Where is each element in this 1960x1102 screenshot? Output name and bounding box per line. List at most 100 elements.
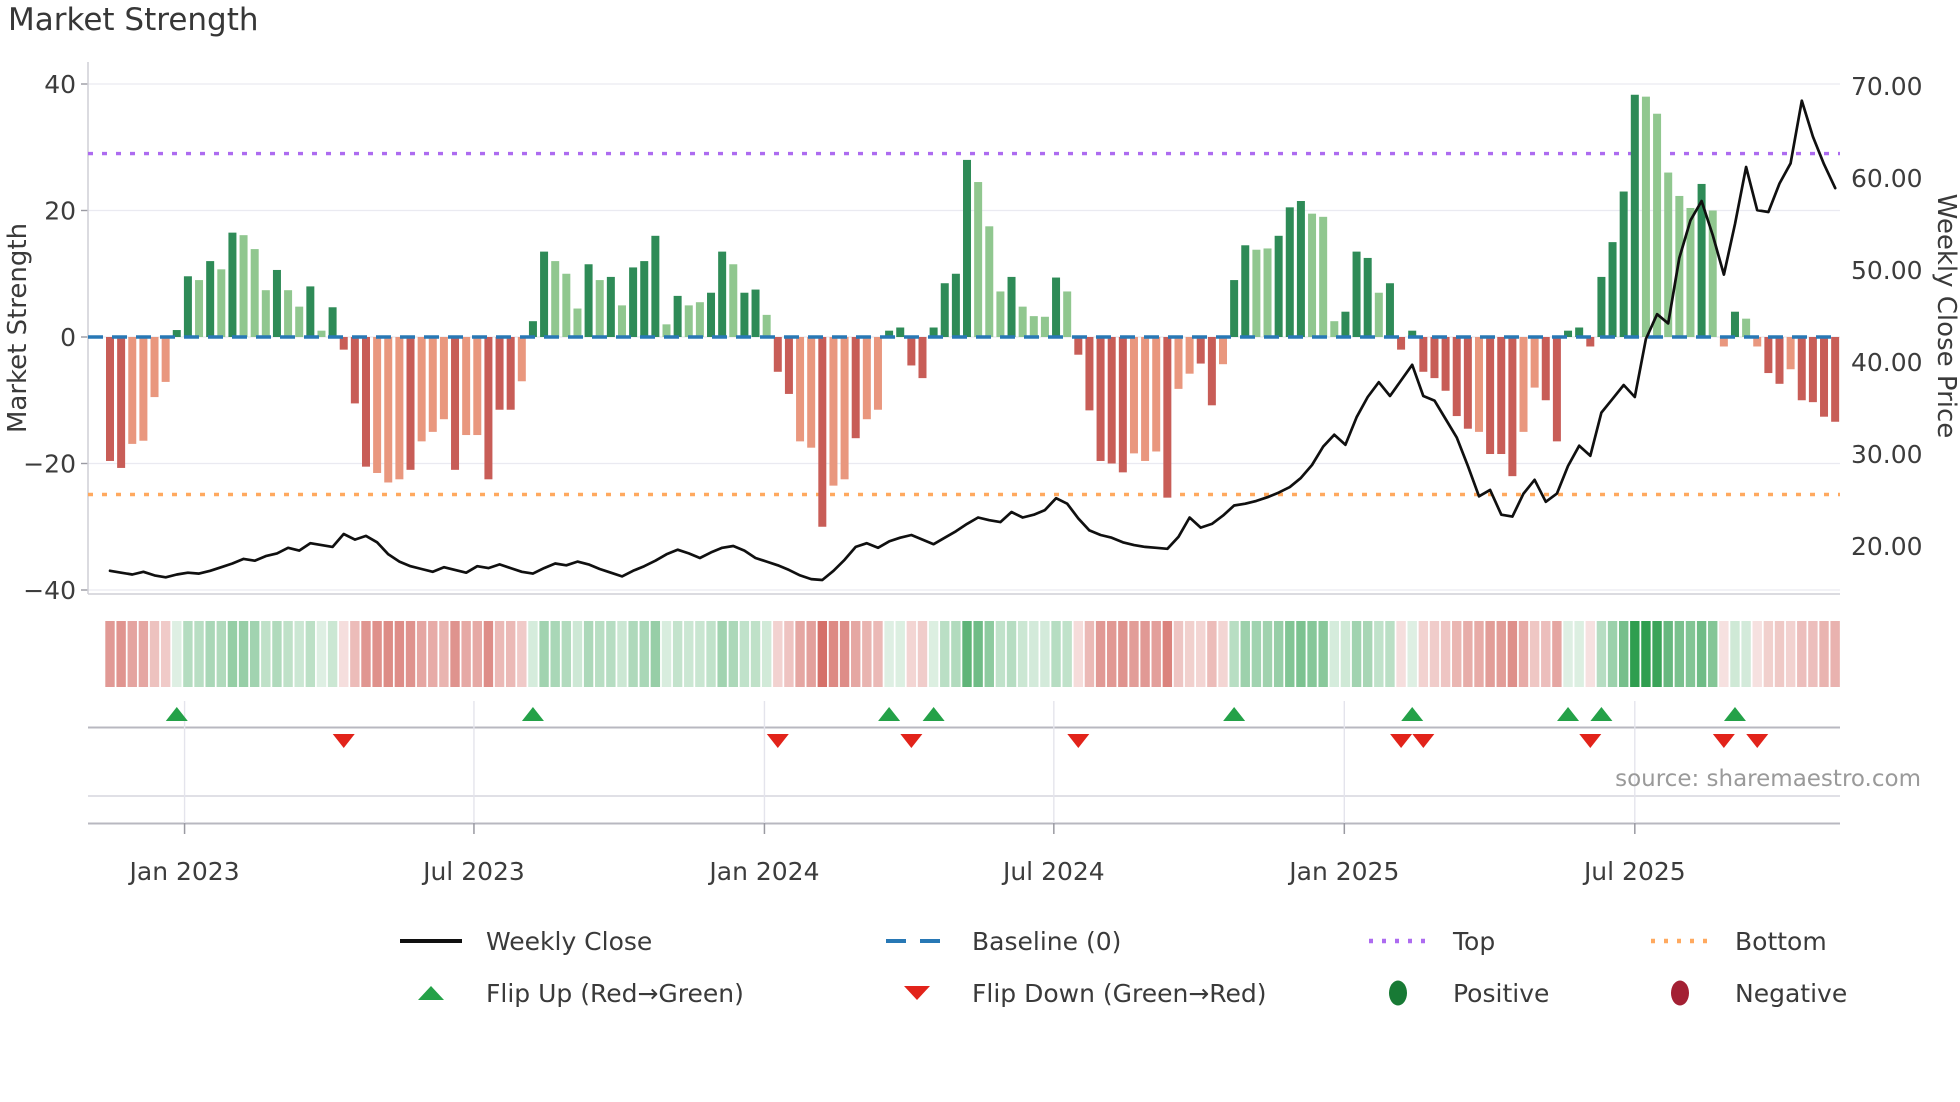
strength-bar: [1241, 245, 1250, 337]
heatmap-cell: [1719, 621, 1729, 687]
strength-bar: [1118, 337, 1127, 473]
heatmap-cell: [1285, 621, 1295, 687]
strength-bar: [751, 289, 760, 337]
x-tick-label: Jan 2025: [1287, 857, 1399, 886]
heatmap-cell: [706, 621, 716, 687]
strength-bar: [1608, 242, 1617, 337]
strength-bar: [573, 308, 582, 337]
strength-bar: [1541, 337, 1550, 401]
strength-bar: [1374, 292, 1383, 337]
heatmap-cell: [1585, 621, 1595, 687]
strength-bar: [1152, 337, 1161, 452]
heatmap-cell: [851, 621, 861, 687]
strength-bar: [439, 337, 448, 420]
strength-bar: [1285, 207, 1294, 337]
strength-bar: [495, 337, 504, 410]
strength-bar: [1129, 337, 1138, 454]
strength-bar: [528, 321, 537, 337]
strength-bar: [1319, 216, 1328, 337]
strength-bar: [1742, 318, 1751, 337]
heatmap-cell: [1485, 621, 1495, 687]
heatmap-cell: [216, 621, 226, 687]
heatmap-cell: [1073, 621, 1084, 687]
heatmap-cell: [795, 621, 805, 687]
right-axis-title: Weekly Close Price: [1931, 194, 1960, 439]
strength-bar: [451, 337, 460, 470]
heatmap-cell: [116, 621, 126, 687]
heatmap-cell: [1708, 621, 1718, 687]
strength-bar: [1441, 337, 1450, 391]
heatmap-cell: [1307, 621, 1317, 687]
strength-bar: [517, 337, 526, 382]
heatmap-cell: [1240, 621, 1250, 687]
strength-bar: [829, 337, 838, 486]
strength-bar: [974, 182, 983, 337]
strength-bar: [1085, 337, 1094, 411]
heatmap-cell: [249, 621, 260, 687]
strength-bar: [1163, 337, 1172, 498]
heatmap-cell: [995, 621, 1006, 687]
heatmap-cell: [1685, 621, 1696, 687]
heatmap-cell: [684, 621, 694, 687]
strength-bar: [1174, 337, 1183, 389]
heatmap-cell: [149, 621, 160, 687]
heatmap-cell: [405, 621, 416, 687]
heatmap-cell: [450, 621, 460, 687]
market-strength-dashboard: Market Strength Market Strength Weekly C…: [0, 0, 1960, 1102]
heatmap-cell: [873, 621, 883, 687]
y-tick-label-left: −40: [23, 576, 76, 605]
strength-bar: [217, 269, 226, 337]
strength-bar: [606, 276, 615, 337]
strength-bar: [117, 337, 126, 468]
strength-bar: [551, 261, 560, 337]
strength-bar: [1040, 316, 1049, 337]
strength-bar: [1419, 337, 1428, 372]
flip-down-marker: [1412, 734, 1435, 748]
legend-baseline: Baseline (0): [878, 924, 1121, 958]
heatmap-cell: [1752, 621, 1762, 687]
strength-bar: [985, 226, 994, 337]
strength-bar: [1074, 337, 1083, 355]
x-tick-label: Jul 2025: [1582, 857, 1686, 886]
strength-bar: [1497, 337, 1506, 455]
heatmap-cell: [595, 621, 605, 687]
heatmap-cell: [1062, 621, 1072, 687]
heatmap-cell: [494, 621, 505, 687]
strength-bar: [707, 292, 716, 337]
heatmap-cell: [439, 621, 449, 687]
heatmap-cell: [550, 621, 560, 687]
heatmap-cell: [238, 621, 249, 687]
y-tick-label-left: 40: [44, 70, 76, 99]
strength-bar: [428, 337, 437, 432]
strength-bar: [584, 264, 593, 337]
heatmap-cell: [1251, 621, 1262, 687]
strength-bar: [963, 159, 972, 337]
heatmap-cell: [517, 621, 527, 687]
strength-bar: [1552, 337, 1561, 442]
strength-bar: [840, 337, 849, 480]
heatmap-cell: [1196, 621, 1206, 687]
legend-flip-down: Flip Down (Green→Red): [878, 976, 1267, 1010]
strength-bar: [1018, 306, 1027, 337]
strength-bar: [651, 235, 660, 337]
strength-bar: [1341, 311, 1350, 337]
heatmap-cell: [1273, 621, 1284, 687]
strength-bar: [807, 337, 816, 448]
heatmap-cell: [828, 621, 839, 687]
strength-bar: [462, 337, 471, 436]
heatmap-cell: [127, 621, 137, 687]
heatmap-cell: [1652, 621, 1662, 687]
strength-bar: [1775, 337, 1784, 384]
flip-down-marker: [900, 734, 923, 748]
heatmap-cell: [261, 621, 271, 687]
heatmap-cell: [305, 621, 316, 687]
flip-up-marker: [521, 707, 544, 721]
flip-down-marker: [332, 734, 355, 748]
strength-bar: [1530, 337, 1539, 388]
strength-bar: [350, 337, 359, 404]
heatmap-cell: [1017, 621, 1028, 687]
heatmap-cell: [172, 621, 182, 687]
strength-bar: [484, 337, 493, 480]
y-tick-label-left: 0: [60, 323, 76, 352]
strength-bar: [1029, 316, 1038, 337]
